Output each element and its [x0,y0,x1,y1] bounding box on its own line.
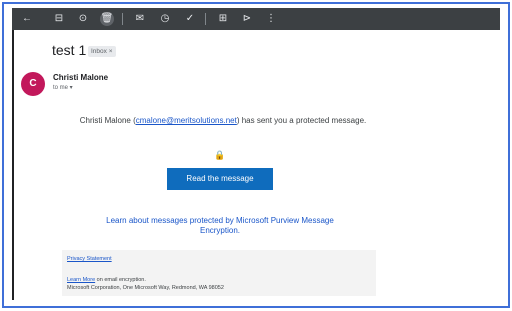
email-toolbar: ← ⊟ ⊙ 🗑 ✉ ◷ ✓ ⊞ ⊳ ⋮ [12,8,500,30]
more-options-icon[interactable]: ⋮ [264,12,278,26]
add-task-icon[interactable]: ✓ [183,12,197,26]
snooze-icon[interactable]: ◷ [158,12,172,26]
avatar[interactable]: C [21,72,45,96]
report-spam-icon[interactable]: ⊙ [76,12,90,26]
encryption-text: on email encryption. [95,277,146,283]
email-footer: Privacy Statement Learn More on email en… [62,250,376,296]
inbox-label-chip[interactable]: Inbox × [88,46,116,57]
recipient-details-toggle[interactable]: to me ▾ [53,84,73,91]
move-to-icon[interactable]: ⊞ [216,12,230,26]
sender-email-link[interactable]: cmalone@meritsolutions.net [136,116,237,125]
delete-icon[interactable]: 🗑 [100,12,114,26]
encryption-info: Learn More on email encryption. [67,277,146,283]
toolbar-divider [205,13,206,25]
sender-name: Christi Malone [53,73,109,82]
privacy-statement-link[interactable]: Privacy Statement [67,256,112,262]
notice-suffix: ) has sent you a protected message. [236,116,367,125]
label-icon[interactable]: ⊳ [240,12,254,26]
protected-message-notice: Christi Malone (cmalone@meritsolutions.n… [70,116,376,126]
learn-more-link[interactable]: Learn More [67,277,95,283]
notice-prefix: Christi Malone ( [79,116,136,125]
learn-about-encryption-link[interactable]: Learn about messages protected by Micros… [86,216,354,236]
lock-icon: 🔒 [214,150,226,160]
email-subject: test 1 [52,42,87,58]
back-arrow-icon[interactable]: ← [20,12,34,26]
archive-icon[interactable]: ⊟ [52,12,66,26]
toolbar-divider [122,13,123,25]
company-address: Microsoft Corporation, One Microsoft Way… [67,285,224,291]
mark-unread-icon[interactable]: ✉ [133,12,147,26]
read-message-button[interactable]: Read the message [167,168,273,190]
window-edge [12,30,14,300]
